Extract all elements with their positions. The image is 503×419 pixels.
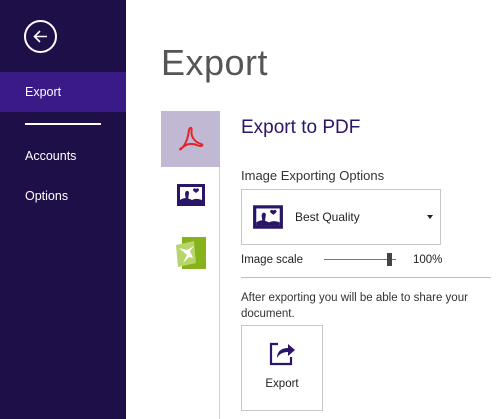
back-arrow-icon <box>33 30 47 43</box>
image-scale-value: 100% <box>413 254 443 266</box>
image-options-label: Image Exporting Options <box>241 168 385 183</box>
divider <box>241 277 491 278</box>
image-icon <box>176 184 205 206</box>
quality-dropdown[interactable]: Best Quality <box>241 189 441 245</box>
back-button[interactable] <box>24 20 57 53</box>
export-type-image[interactable] <box>161 167 220 223</box>
export-type-pdf[interactable] <box>161 111 220 167</box>
sidebar-divider <box>25 123 101 125</box>
info-text: After exporting you will be able to shar… <box>241 292 468 320</box>
image-icon <box>253 205 283 229</box>
pdf-icon <box>178 126 203 151</box>
section-title: Export to PDF <box>241 117 361 138</box>
sway-icon <box>175 237 206 269</box>
quality-value: Best Quality <box>295 210 360 224</box>
export-button-label: Export <box>265 378 299 390</box>
chevron-down-icon <box>427 215 433 219</box>
sidebar-item-export[interactable]: Export <box>0 72 126 112</box>
export-button[interactable]: Export <box>241 325 323 411</box>
export-type-sway[interactable] <box>161 223 220 283</box>
image-scale-label: Image scale <box>241 254 304 266</box>
sidebar-item-accounts[interactable]: Accounts <box>0 136 126 176</box>
export-share-icon <box>269 342 295 366</box>
sidebar-item-label: Options <box>25 189 69 203</box>
export-type-list <box>161 111 220 419</box>
image-scale-slider[interactable] <box>324 253 396 267</box>
sidebar-item-options[interactable]: Options <box>0 176 126 216</box>
sidebar-item-label: Export <box>25 85 62 99</box>
sidebar: Export Accounts Options <box>0 0 126 419</box>
slider-track <box>324 259 396 260</box>
slider-thumb[interactable] <box>387 253 392 266</box>
page-title: Export <box>161 42 269 83</box>
sidebar-item-label: Accounts <box>25 149 77 163</box>
